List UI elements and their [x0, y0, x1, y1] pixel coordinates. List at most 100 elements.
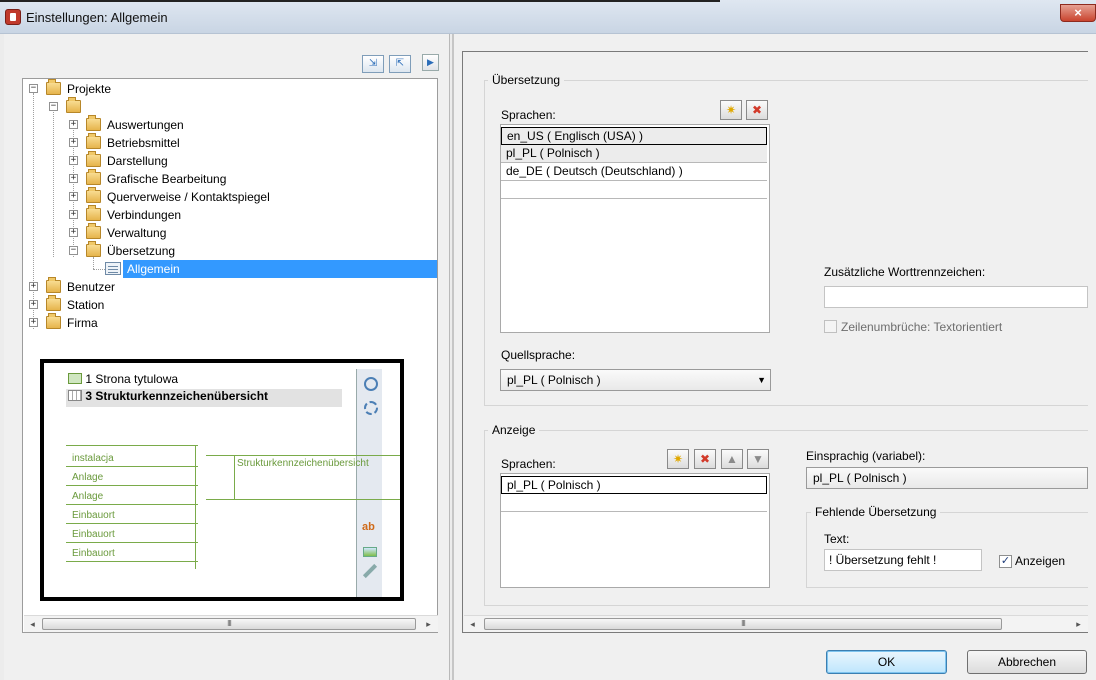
folder-icon: [86, 115, 101, 131]
collapse-icon[interactable]: −: [49, 102, 58, 111]
text-tool-icon: ab: [362, 521, 375, 533]
list-item-empty[interactable]: [501, 181, 767, 199]
tree-item-projekte[interactable]: − Projekte: [23, 79, 423, 98]
expand-tree-button[interactable]: ⇲: [362, 55, 384, 73]
preview-page-item: 1 Strona tytulowa: [68, 372, 178, 386]
circle-tool-icon: [364, 377, 378, 391]
preview-cell: instalacja: [72, 453, 114, 464]
expand-icon[interactable]: +: [29, 282, 38, 291]
preview-cell: Einbauort: [72, 529, 115, 540]
tree-label: Allgemein: [127, 262, 180, 276]
tree-item-auswertungen[interactable]: + Auswertungen: [23, 115, 423, 134]
tree-item-darstellung[interactable]: + Darstellung: [23, 151, 423, 170]
cancel-button[interactable]: Abbrechen: [967, 650, 1087, 674]
tree-item-benutzer[interactable]: + Benutzer: [23, 277, 423, 296]
einsprachig-select[interactable]: pl_PL ( Polnisch ): [806, 467, 1088, 489]
scroll-thumb[interactable]: III: [42, 618, 416, 630]
tree-label: Grafische Bearbeitung: [107, 172, 227, 186]
collapse-tree-icon: ⇱: [395, 58, 405, 69]
expand-icon[interactable]: +: [69, 228, 78, 237]
tree-item-allgemein[interactable]: Allgemein: [23, 260, 437, 278]
list-item[interactable]: pl_PL ( Polnisch ): [501, 476, 767, 494]
anzeigen-checkbox[interactable]: ✓: [999, 555, 1012, 568]
folder-icon: [86, 223, 101, 239]
tree-label: Querverweise / Kontaktspiegel: [107, 190, 270, 204]
tree-item-verwaltung[interactable]: + Verwaltung: [23, 223, 423, 242]
add-icon: ✷: [725, 103, 737, 117]
expand-icon[interactable]: +: [69, 210, 78, 219]
tree-item-uebersetzung[interactable]: − Übersetzung: [23, 241, 423, 260]
tree-label: Projekte: [67, 82, 112, 96]
scroll-thumb[interactable]: III: [484, 618, 1002, 630]
quellsprache-label: Quellsprache:: [501, 348, 576, 362]
expand-icon[interactable]: +: [69, 192, 78, 201]
expand-icon[interactable]: +: [29, 300, 38, 309]
folder-icon: [86, 169, 101, 185]
table-line: [66, 523, 198, 524]
table-line: [66, 485, 198, 486]
collapse-tree-button[interactable]: ⇱: [389, 55, 411, 73]
tree-item-firma[interactable]: + Firma: [23, 313, 423, 332]
delete-language-button[interactable]: ✖: [746, 100, 768, 120]
play-icon: ▶: [427, 57, 434, 67]
folder-icon: [66, 97, 81, 113]
folder-icon: [86, 241, 101, 257]
link-tool-icon: [362, 563, 378, 579]
list-item[interactable]: en_US ( Englisch (USA) ): [501, 127, 767, 145]
preview-header-cell: Strukturkennzeichenübersicht: [237, 458, 369, 469]
tree-horizontal-scrollbar[interactable]: ◂ III ▸: [24, 615, 438, 632]
play-button[interactable]: ▶: [422, 54, 439, 71]
missing-translation-text-input[interactable]: ! Übersetzung fehlt !: [824, 549, 982, 571]
add-language-button[interactable]: ✷: [720, 100, 742, 120]
anzeige-sprachen-label: Sprachen:: [501, 457, 556, 471]
add-display-language-button[interactable]: ✷: [667, 449, 689, 469]
folder-icon: [46, 277, 61, 293]
quellsprache-select[interactable]: pl_PL ( Polnisch ) ▼: [500, 369, 771, 391]
expand-tree-icon: ⇲: [368, 58, 378, 69]
delete-icon: ✖: [751, 103, 763, 117]
scroll-right-icon[interactable]: ▸: [420, 616, 437, 632]
tree-item-betriebsmittel[interactable]: + Betriebsmittel: [23, 133, 423, 152]
list-item[interactable]: de_DE ( Deutsch (Deutschland) ): [501, 163, 767, 181]
expand-icon[interactable]: +: [69, 174, 78, 183]
tree-item-station[interactable]: + Station: [23, 295, 423, 314]
tree-item-querverweise[interactable]: + Querverweise / Kontaktspiegel: [23, 187, 423, 206]
ok-button[interactable]: OK: [826, 650, 947, 674]
image-tool-icon: [363, 547, 377, 557]
table-icon: [68, 390, 82, 401]
scroll-right-icon[interactable]: ▸: [1070, 616, 1087, 632]
app-icon: [5, 9, 21, 25]
worttrennzeichen-input[interactable]: [824, 286, 1088, 308]
zeilenumbrueche-checkbox[interactable]: [824, 320, 837, 333]
translation-languages-list[interactable]: en_US ( Englisch (USA) ) pl_PL ( Polnisc…: [500, 124, 770, 333]
preview-cell: Anlage: [72, 472, 104, 483]
move-up-button[interactable]: ▲: [721, 449, 743, 469]
expand-icon[interactable]: +: [69, 120, 78, 129]
scroll-left-icon[interactable]: ◂: [464, 616, 481, 632]
add-icon: ✷: [672, 452, 684, 466]
rotate-tool-icon: [364, 401, 378, 415]
display-languages-list[interactable]: pl_PL ( Polnisch ): [500, 473, 770, 588]
arrow-down-icon: ▼: [752, 452, 764, 466]
sprachen-label: Sprachen:: [501, 108, 556, 122]
tree-item-verbindungen[interactable]: + Verbindungen: [23, 205, 423, 224]
table-line: [206, 499, 400, 500]
tree-item-grafische-bearbeitung[interactable]: + Grafische Bearbeitung: [23, 169, 423, 188]
expand-icon[interactable]: +: [69, 138, 78, 147]
expand-icon[interactable]: +: [29, 318, 38, 327]
tree-item-project[interactable]: −: [23, 97, 423, 116]
list-item[interactable]: pl_PL ( Polnisch ): [501, 145, 767, 163]
collapse-icon[interactable]: −: [29, 84, 38, 93]
scroll-left-icon[interactable]: ◂: [24, 616, 41, 632]
expand-icon[interactable]: +: [69, 156, 78, 165]
window-title: Einstellungen: Allgemein: [26, 10, 168, 25]
content-horizontal-scrollbar[interactable]: ◂ III ▸: [464, 615, 1088, 632]
close-button[interactable]: ×: [1060, 4, 1096, 22]
list-item-empty[interactable]: [501, 494, 767, 512]
move-down-button[interactable]: ▼: [747, 449, 769, 469]
delete-display-language-button[interactable]: ✖: [694, 449, 716, 469]
table-line: [66, 561, 198, 562]
table-line: [66, 542, 198, 543]
preview-page-title: 3 Strukturkennzeichenübersicht: [85, 389, 269, 403]
collapse-icon[interactable]: −: [69, 246, 78, 255]
